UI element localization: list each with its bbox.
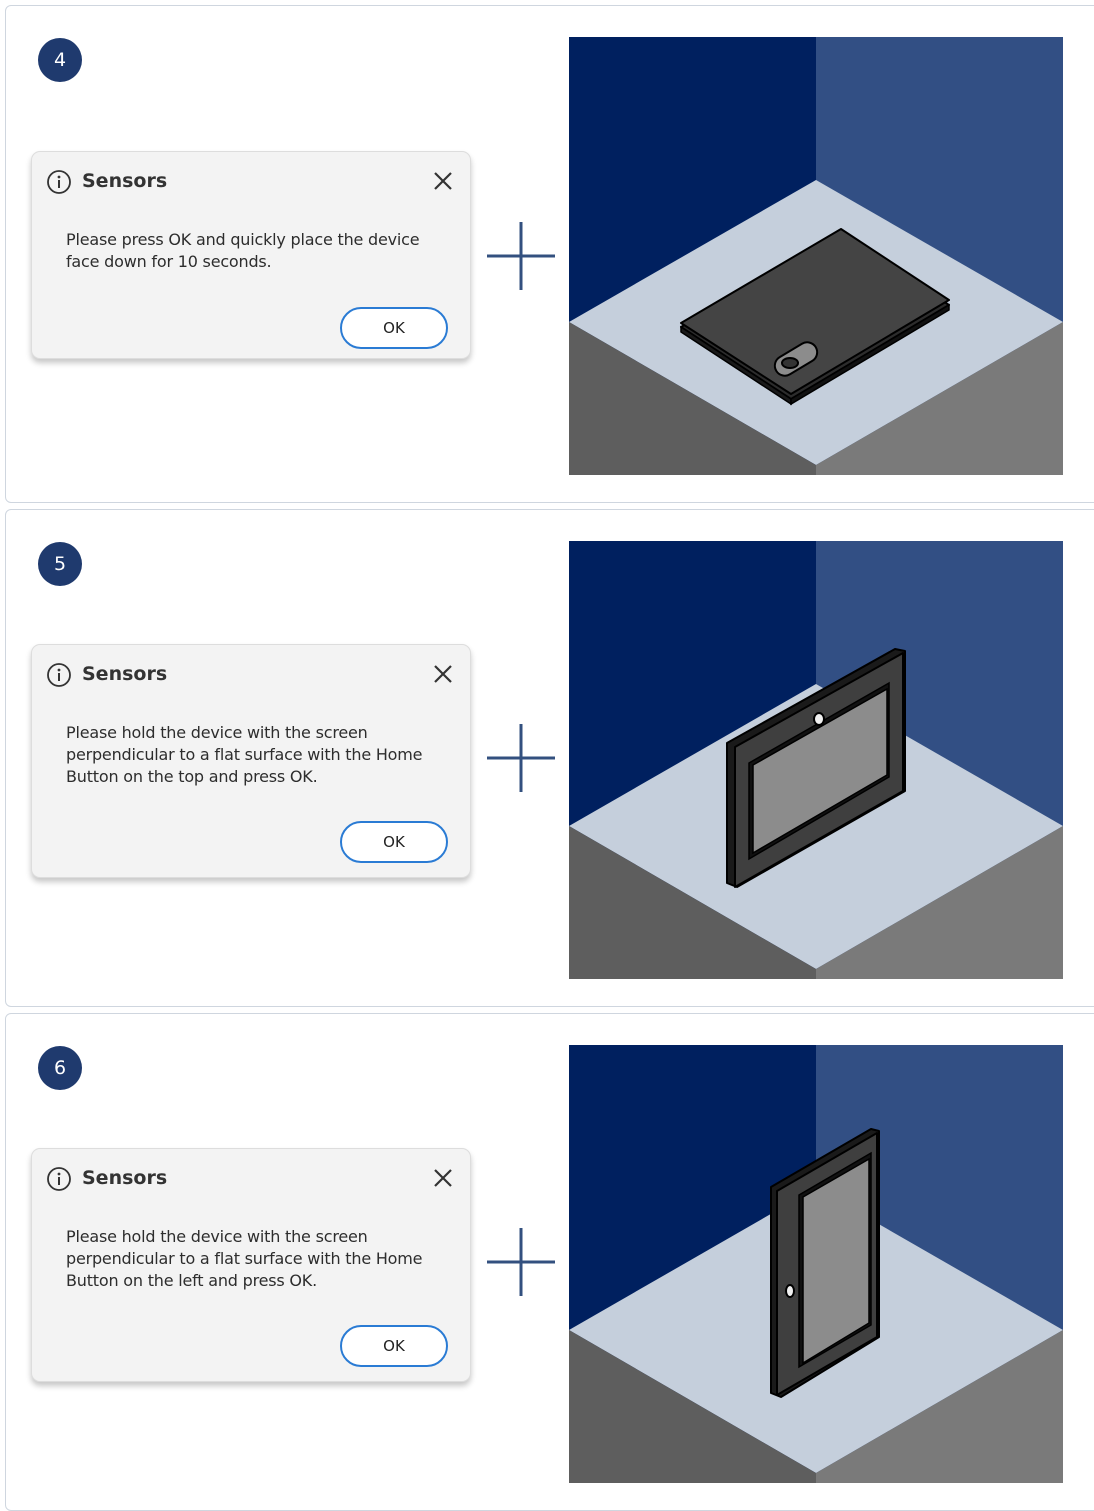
- device-face-down-illustration: [569, 37, 1063, 475]
- step-number-badge: 5: [38, 542, 82, 586]
- step-number-badge: 4: [38, 38, 82, 82]
- ok-button[interactable]: OK: [340, 821, 448, 863]
- ok-button[interactable]: OK: [340, 1325, 448, 1367]
- plus-icon: [487, 222, 555, 290]
- info-icon: [47, 1167, 71, 1191]
- plus-icon: [487, 1228, 555, 1296]
- step-number-badge: 6: [38, 1046, 82, 1090]
- device-upright-home-left-illustration: [569, 1045, 1063, 1483]
- plus-icon: [487, 724, 555, 792]
- dialog-message: Please hold the device with the screen p…: [66, 723, 423, 786]
- dialog-message: Please press OK and quickly place the de…: [66, 230, 420, 271]
- dialog-title: Sensors: [82, 170, 168, 192]
- info-icon: [47, 663, 71, 687]
- close-icon[interactable]: [430, 168, 456, 194]
- close-icon[interactable]: [430, 1165, 456, 1191]
- sensors-dialog-step-5: Sensors Please hold the device with the …: [31, 644, 471, 878]
- device-upright-home-top-illustration: [569, 541, 1063, 979]
- info-icon: [47, 170, 71, 194]
- close-icon[interactable]: [430, 661, 456, 687]
- dialog-title: Sensors: [82, 1167, 168, 1189]
- ok-button[interactable]: OK: [340, 307, 448, 349]
- dialog-title: Sensors: [82, 663, 168, 685]
- sensors-dialog-step-6: Sensors Please hold the device with the …: [31, 1148, 471, 1382]
- sensors-dialog-step-4: Sensors Please press OK and quickly plac…: [31, 151, 471, 359]
- dialog-message: Please hold the device with the screen p…: [66, 1227, 423, 1290]
